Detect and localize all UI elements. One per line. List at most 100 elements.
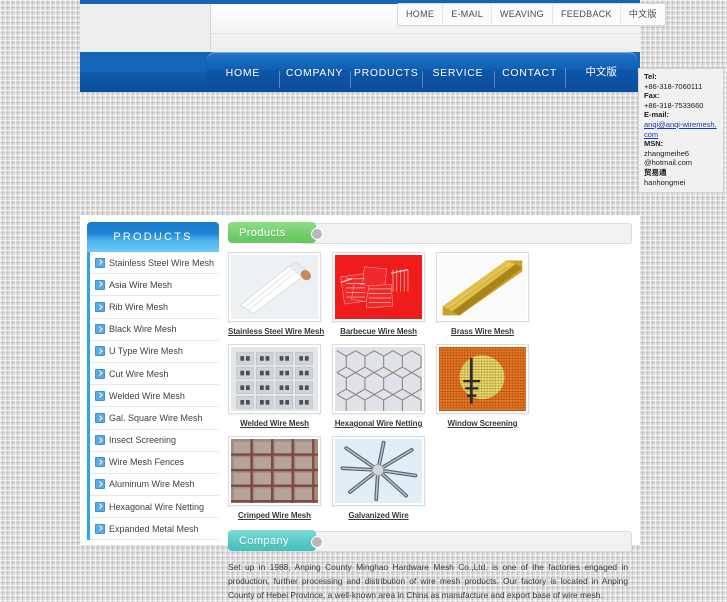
sidebar-item-u-type-wire-mesh[interactable]: U Type Wire Mesh <box>90 341 219 363</box>
sidebar-item-label: Rib Wire Mesh <box>109 301 169 312</box>
nav-item-company[interactable]: COMPANY <box>278 67 351 88</box>
chevron-right-icon <box>95 368 105 379</box>
product-thumbnail[interactable] <box>228 252 321 322</box>
sidebar-item-label: Gal. Square Wire Mesh <box>109 412 203 423</box>
product-card-window-screening[interactable]: Window Screening <box>436 344 529 428</box>
page-root: HOME E-MAIL WEAVING FEEDBACK 中文版 HOME CO… <box>0 0 727 600</box>
sidebar-item-label: Welded Wire Mesh <box>109 390 185 401</box>
sidebar-item-rib-wire-mesh[interactable]: Rib Wire Mesh <box>90 296 219 319</box>
sidebar-item-label: Hexagonal Wire Netting <box>109 501 205 512</box>
sidebar-item-black-wire-mesh[interactable]: Black Wire Mesh <box>90 319 219 341</box>
contact-email-label: E-mail: <box>644 110 670 120</box>
product-thumbnail[interactable] <box>436 344 529 414</box>
contact-info-panel: Tel: +86-318-7060111 Fax: +86-318-753366… <box>638 68 724 194</box>
product-caption[interactable]: Galvanized Wire <box>332 511 425 520</box>
product-thumbnail[interactable] <box>228 344 321 414</box>
product-caption[interactable]: Welded Wire Mesh <box>228 419 321 428</box>
product-card-brass-wire-mesh[interactable]: Brass Wire Mesh <box>436 252 529 336</box>
chevron-right-icon <box>95 412 105 423</box>
company-section-header: Company <box>228 530 632 552</box>
product-thumbnail[interactable] <box>332 344 425 414</box>
sidebar-item-hexagonal-wire-netting[interactable]: Hexagonal Wire Netting <box>90 496 219 519</box>
sidebar-item-label: Stainless Steel Wire Mesh <box>109 257 215 268</box>
white-mesh-roll-image <box>231 255 318 319</box>
sidebar-item-label: Asia Wire Mesh <box>109 279 173 290</box>
nav-item-home[interactable]: HOME <box>207 67 279 88</box>
utility-nav[interactable]: HOME E-MAIL WEAVING FEEDBACK 中文版 <box>397 3 666 26</box>
contact-trade-label: 贸易通 <box>644 167 667 177</box>
sidebar-item-gal-square-wire-mesh[interactable]: Gal. Square Wire Mesh <box>90 407 219 430</box>
chevron-right-icon <box>95 279 105 290</box>
topnav-item-chinese[interactable]: 中文版 <box>621 5 665 24</box>
chevron-right-icon <box>95 457 105 468</box>
product-card-stainless-steel-wire-mesh[interactable]: Stainless Steel Wire Mesh <box>228 252 324 336</box>
sidebar-item-cut-wire-mesh[interactable]: Cut Wire Mesh <box>90 363 219 386</box>
section-dot-icon <box>311 227 323 240</box>
products-section-title: Products <box>228 222 316 243</box>
section-rail <box>300 223 632 244</box>
section-dot-icon <box>311 535 323 548</box>
product-card-hexagonal-wire-netting[interactable]: Hexagonal Wire Netting <box>332 344 425 428</box>
product-caption[interactable]: Window Screening <box>436 419 529 428</box>
contact-msn-value-1: zhangmeihe6 <box>644 148 690 158</box>
sidebar-item-label: Expanded Metal Mesh <box>109 523 199 534</box>
product-thumbnail[interactable] <box>228 436 321 506</box>
main-nav[interactable]: HOME COMPANY PRODUCTS SERVICE CONTACT 中文… <box>207 52 637 88</box>
company-description: Set up in 1988, Anping County Minghao Ha… <box>228 562 628 600</box>
products-sidebar: PRODUCTS Stainless Steel Wire Mesh Asia … <box>87 222 219 545</box>
nav-item-service[interactable]: SERVICE <box>422 67 494 88</box>
sidebar-list: Stainless Steel Wire Mesh Asia Wire Mesh… <box>87 252 219 541</box>
header-hairline <box>211 33 640 34</box>
chevron-right-icon <box>95 390 105 401</box>
sidebar-item-label: U Type Wire Mesh <box>109 346 183 357</box>
topnav-item-email[interactable]: E-MAIL <box>443 5 493 24</box>
hexagonal-netting-image <box>335 347 422 411</box>
crimped-copper-mesh-image <box>231 439 318 503</box>
topnav-item-weaving[interactable]: WEAVING <box>492 5 553 24</box>
product-card-welded-wire-mesh[interactable]: Welded Wire Mesh <box>228 344 321 428</box>
contact-email-link[interactable]: anqi@anqi-wiremesh.com <box>644 120 719 139</box>
sidebar-item-label: Aluminum Wire Mesh <box>109 479 195 490</box>
sidebar-item-insect-screening[interactable]: Insect Screening <box>90 430 219 452</box>
nav-item-chinese[interactable]: 中文版 <box>565 64 637 88</box>
chevron-right-icon <box>95 501 105 512</box>
product-card-crimped-wire-mesh[interactable]: Crimped Wire Mesh <box>228 436 321 520</box>
main-column: Products Stainless Steel Wire Mesh Barbe… <box>228 222 632 600</box>
sidebar-item-aluminum-wire-mesh[interactable]: Aluminum Wire Mesh <box>90 474 219 497</box>
sidebar-item-asia-wire-mesh[interactable]: Asia Wire Mesh <box>90 274 219 297</box>
product-card-barbecue-wire-mesh[interactable]: Barbecue Wire Mesh <box>332 252 425 336</box>
sidebar-item-label: Insect Screening <box>109 435 177 446</box>
product-caption[interactable]: Hexagonal Wire Netting <box>332 419 425 428</box>
product-card-galvanized-wire[interactable]: Galvanized Wire <box>332 436 425 520</box>
chevron-right-icon <box>95 257 105 268</box>
red-barbecue-grills-image <box>335 255 422 319</box>
topnav-item-feedback[interactable]: FEEDBACK <box>553 5 621 24</box>
product-caption[interactable]: Crimped Wire Mesh <box>228 511 321 520</box>
section-rail <box>300 531 632 552</box>
topnav-item-home[interactable]: HOME <box>398 5 444 24</box>
product-caption[interactable]: Brass Wire Mesh <box>436 327 529 336</box>
product-thumbnail[interactable] <box>332 436 425 506</box>
product-thumbnail[interactable] <box>332 252 425 322</box>
sidebar-item-wire-mesh-fences[interactable]: Wire Mesh Fences <box>90 452 219 474</box>
product-caption[interactable]: Stainless Steel Wire Mesh <box>228 327 324 336</box>
contact-tel-value: +86-318-7060111 <box>644 81 703 91</box>
contact-msn-value-2: @hotmail.com <box>644 158 693 168</box>
sidebar-title: PRODUCTS <box>87 222 219 252</box>
welded-panel-stack-image <box>231 347 318 411</box>
chevron-right-icon <box>95 523 105 534</box>
galvanized-wire-coils-image <box>335 439 422 503</box>
sidebar-item-welded-wire-mesh[interactable]: Welded Wire Mesh <box>90 385 219 408</box>
nav-item-contact[interactable]: CONTACT <box>493 67 566 88</box>
content-panel: PRODUCTS Stainless Steel Wire Mesh Asia … <box>80 215 640 600</box>
chevron-right-icon <box>95 346 105 357</box>
contact-trade-value: hanhongmei <box>644 177 686 187</box>
nav-item-products[interactable]: PRODUCTS <box>350 67 422 88</box>
sidebar-item-stainless-steel-wire-mesh[interactable]: Stainless Steel Wire Mesh <box>90 252 219 275</box>
product-caption[interactable]: Barbecue Wire Mesh <box>332 327 425 336</box>
header-divider <box>210 4 211 50</box>
product-thumbnail[interactable] <box>436 252 529 322</box>
sidebar-item-expanded-metal-mesh[interactable]: Expanded Metal Mesh <box>90 518 219 541</box>
chevron-right-icon <box>95 479 105 490</box>
company-section-title: Company <box>228 530 316 551</box>
